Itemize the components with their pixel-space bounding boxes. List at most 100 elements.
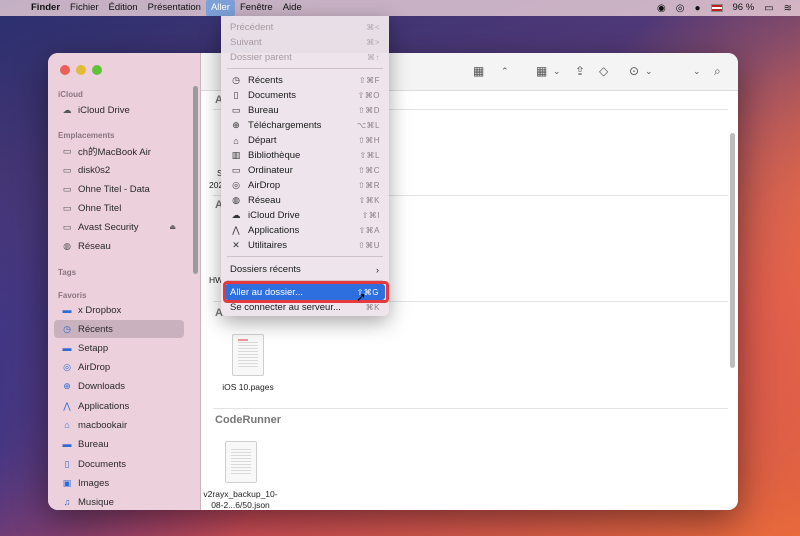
view-grid-icon[interactable]: ▦ [473, 64, 484, 78]
sidebar-item-reseau[interactable]: ◍ Réseau [54, 237, 184, 255]
sidebar-item-recents[interactable]: ◷ Récents [54, 320, 184, 338]
menu-item-depart[interactable]: ⌂ Départ ⇧⌘H [221, 133, 389, 148]
apple-icon[interactable] [0, 0, 26, 16]
menu-item-label: AirDrop [248, 180, 281, 191]
sidebar-item-setapp[interactable]: ▬ Setapp [54, 339, 184, 357]
disk-icon: ▭ [62, 221, 72, 232]
menu-separator [227, 256, 383, 257]
sidebar-item-label: macbookair [78, 419, 128, 431]
sidebar-item-label: Documents [78, 458, 127, 470]
disk-icon: ▭ [62, 202, 72, 213]
sidebar-item-disk0s2[interactable]: ▭ disk0s2 [54, 161, 184, 179]
sidebar-item-dropbox[interactable]: ▬ x Dropbox [54, 301, 184, 319]
eject-icon[interactable]: ⏏ [169, 223, 176, 231]
sidebar-item-ohne-titel[interactable]: ▭ Ohne Titel [54, 199, 184, 217]
menu-presentation[interactable]: Présentation [143, 0, 206, 16]
menu-fichier[interactable]: Fichier [65, 0, 104, 16]
file-item[interactable]: iOS 10.pages [208, 334, 288, 393]
menu-finder[interactable]: Finder [26, 0, 65, 16]
sidebar-scrollbar[interactable] [193, 86, 198, 274]
menu-item-label: Documents [248, 90, 297, 101]
sidebar-item-documents[interactable]: ▯ Documents [54, 455, 184, 473]
download-icon: ⊕ [63, 380, 71, 391]
menu-item-ordinateur[interactable]: ▭ Ordinateur ⇧⌘C [221, 163, 389, 178]
close-button[interactable] [60, 65, 70, 75]
group-title: CodeRunner [215, 414, 281, 426]
battery-icon[interactable]: ▭ [764, 3, 773, 14]
zoom-button[interactable] [92, 65, 102, 75]
shortcut: ⇧⌘D [358, 106, 380, 115]
file-item[interactable]: v2rayx_backup_10-08-2...6/50.json [203, 441, 278, 510]
menu-aide[interactable]: Aide [278, 0, 307, 16]
menu-item-dossiers-recents[interactable]: Dossiers récents › [221, 262, 389, 277]
menu-item-bibliotheque[interactable]: ▥ Bibliothèque ⇧⌘L [221, 148, 389, 163]
menu-item-utilitaires[interactable]: ✕ Utilitaires ⇧⌘U [221, 238, 389, 253]
menu-item-documents[interactable]: ▯ Documents ⇧⌘O [221, 88, 389, 103]
cloud-icon: ☁ [231, 210, 241, 220]
menu-separator [227, 68, 383, 69]
sidebar-item-downloads[interactable]: ⊕ Downloads [54, 377, 184, 395]
menu-item-precedent[interactable]: Précédent ⌘< [221, 20, 389, 35]
shortcut: ⌘> [366, 38, 380, 47]
menu-item-reseau[interactable]: ◍ Réseau ⇧⌘K [221, 193, 389, 208]
shortcut: ⇧⌘L [359, 151, 380, 160]
menu-fenetre[interactable]: Fenêtre [235, 0, 278, 16]
action-more-icon[interactable]: ⊙ [629, 64, 639, 78]
utilities-icon: ✕ [232, 240, 240, 250]
home-icon: ⌂ [233, 135, 239, 146]
pages-document-icon [232, 334, 264, 376]
menu-item-label: Départ [248, 135, 277, 146]
menu-item-applications[interactable]: ⋀ Applications ⇧⌘A [221, 223, 389, 238]
chevron-updown-icon[interactable]: ⌃ [501, 66, 509, 77]
expand-chevron-icon[interactable]: ⌄ [693, 66, 701, 77]
tag-icon[interactable]: ◇ [599, 64, 608, 78]
sidebar-item-macbookair[interactable]: ⌂ macbookair [54, 416, 184, 434]
menu-item-telechargements[interactable]: ⊕ Téléchargements ⌥⌘L [221, 118, 389, 133]
menu-edition[interactable]: Édition [104, 0, 143, 16]
search-icon[interactable]: ⌕ [714, 64, 721, 79]
menu-item-label: Dossier parent [230, 52, 292, 63]
sidebar-item-label: Applications [78, 400, 130, 412]
chevron-down-icon[interactable]: ⌄ [553, 66, 561, 77]
group-view-icon[interactable]: ▦ [536, 64, 547, 78]
file-name: v2rayx_backup_10-08-2...6/50.json [203, 489, 278, 510]
sidebar-item-ohne-titel-data[interactable]: ▭ Ohne Titel - Data [54, 180, 184, 198]
shortcut: ⇧⌘K [358, 196, 380, 205]
sidebar-item-macbook[interactable]: ▭ ch的MacBook Air [54, 142, 184, 160]
menu-item-label: Utilitaires [248, 240, 288, 251]
sidebar-item-images[interactable]: ▣ Images [54, 474, 184, 492]
sidebar-item-label: disk0s2 [78, 164, 111, 176]
menu-item-airdrop[interactable]: ◎ AirDrop ⇧⌘R [221, 178, 389, 193]
input-source-flag-icon[interactable] [710, 4, 723, 12]
chevron-down-icon[interactable]: ⌄ [645, 66, 653, 77]
menu-item-label: Se connecter au serveur... [230, 302, 341, 313]
content-scrollbar[interactable] [730, 133, 735, 368]
status-penguin-icon[interactable]: ● [694, 3, 700, 14]
clock-icon: ◷ [63, 323, 71, 334]
menu-item-dossier-parent[interactable]: Dossier parent ⌘↑ [221, 50, 389, 65]
sidebar-item-avast-security[interactable]: ▭ Avast Security ⏏ [54, 218, 184, 236]
status-search-app-icon[interactable]: ◎ [676, 3, 685, 14]
menu-item-bureau[interactable]: ▭ Bureau ⇧⌘D [221, 103, 389, 118]
status-app-icon[interactable]: ◉ [657, 3, 666, 14]
sidebar-section-favorites: Favoris [58, 291, 87, 300]
menu-item-recents[interactable]: ◷ Récents ⇧⌘F [221, 73, 389, 88]
sidebar-item-bureau[interactable]: ▬ Bureau [54, 435, 184, 453]
shortcut: ⌘↑ [367, 53, 380, 62]
sidebar-item-musique[interactable]: ♫ Musique [54, 493, 184, 510]
applications-icon: ⋀ [63, 400, 71, 411]
menu-aller[interactable]: Aller [205, 0, 235, 16]
wifi-icon[interactable]: ≋ [784, 3, 792, 14]
battery-percentage[interactable]: 96 % [733, 0, 755, 16]
sidebar-item-airdrop[interactable]: ◎ AirDrop [54, 358, 184, 376]
sidebar-item-applications[interactable]: ⋀ Applications [54, 397, 184, 415]
sidebar-item-label: Avast Security [78, 221, 139, 233]
network-icon: ◍ [232, 195, 240, 205]
sidebar-item-label: Bureau [78, 438, 109, 450]
sidebar-item-icloud-drive[interactable]: ☁ iCloud Drive [54, 101, 184, 119]
window-controls [60, 65, 102, 75]
minimize-button[interactable] [76, 65, 86, 75]
share-icon[interactable]: ⇪ [575, 64, 585, 78]
menu-item-icloud-drive[interactable]: ☁ iCloud Drive ⇧⌘I [221, 208, 389, 223]
menu-item-suivant[interactable]: Suivant ⌘> [221, 35, 389, 50]
